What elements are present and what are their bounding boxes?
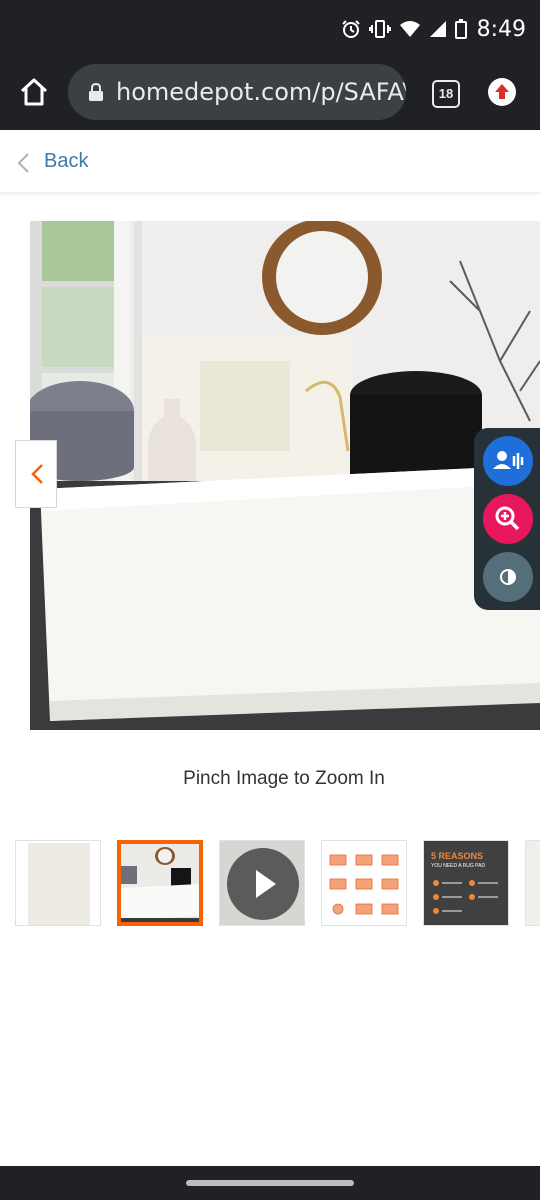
rug-room-photo	[30, 221, 540, 730]
rug-pad-subtitle: YOU NEED A RUG PAD	[431, 863, 485, 869]
home-icon[interactable]	[16, 74, 52, 110]
update-icon	[495, 84, 509, 99]
thumbnail-rug-flat[interactable]	[15, 840, 101, 926]
back-navigation[interactable]: Back	[0, 130, 540, 193]
status-icons: 8:49	[341, 14, 526, 44]
contrast-icon	[500, 569, 516, 585]
system-navigation-bar	[0, 1166, 540, 1200]
rug-pad-image: 5 REASONS YOU NEED A RUG PAD	[424, 841, 508, 925]
extra-thumbnail-image	[526, 841, 540, 925]
address-bar[interactable]: homedepot.com/p/SAFAVIEH	[68, 64, 406, 120]
voice-assist-button[interactable]	[483, 436, 533, 486]
tab-switcher-button[interactable]: 18	[432, 80, 460, 108]
thumbnail-room-scene[interactable]	[117, 840, 203, 926]
chevron-left-icon	[31, 464, 43, 484]
home-gesture-handle[interactable]	[186, 1180, 354, 1186]
thumbnail-extra[interactable]	[525, 840, 540, 926]
previous-image-button[interactable]	[15, 440, 57, 508]
rug-flat-image	[16, 841, 100, 925]
contrast-button[interactable]	[483, 552, 533, 602]
alarm-icon	[341, 20, 360, 38]
zoom-in-icon	[495, 506, 520, 531]
size-guide-image	[322, 841, 406, 925]
signal-icon	[429, 21, 446, 37]
zoom-hint: Pinch Image to Zoom In	[183, 768, 385, 789]
thumbnail-video[interactable]	[219, 840, 305, 926]
thumbnail-rug-pad[interactable]: 5 REASONS YOU NEED A RUG PAD	[423, 840, 509, 926]
rug-pad-title: 5 REASONS	[431, 851, 483, 861]
thumbnail-size-guide[interactable]	[321, 840, 407, 926]
chevron-left-icon	[17, 153, 29, 173]
wifi-icon	[399, 21, 420, 37]
update-button[interactable]	[488, 78, 516, 106]
product-image[interactable]	[30, 221, 540, 730]
vibrate-icon	[368, 20, 391, 38]
zoom-button[interactable]	[483, 494, 533, 544]
back-link[interactable]: Back	[44, 150, 88, 173]
video-preview	[220, 841, 304, 925]
status-time: 8:49	[476, 16, 526, 42]
lock-icon	[89, 82, 103, 101]
voice-assist-icon	[493, 451, 524, 469]
accessibility-toolbar	[474, 428, 540, 610]
url-text: homedepot.com/p/SAFAVIEH	[116, 78, 406, 106]
room-scene-image	[121, 844, 199, 922]
status-bar: 8:49	[0, 0, 540, 56]
battery-icon	[454, 19, 467, 39]
